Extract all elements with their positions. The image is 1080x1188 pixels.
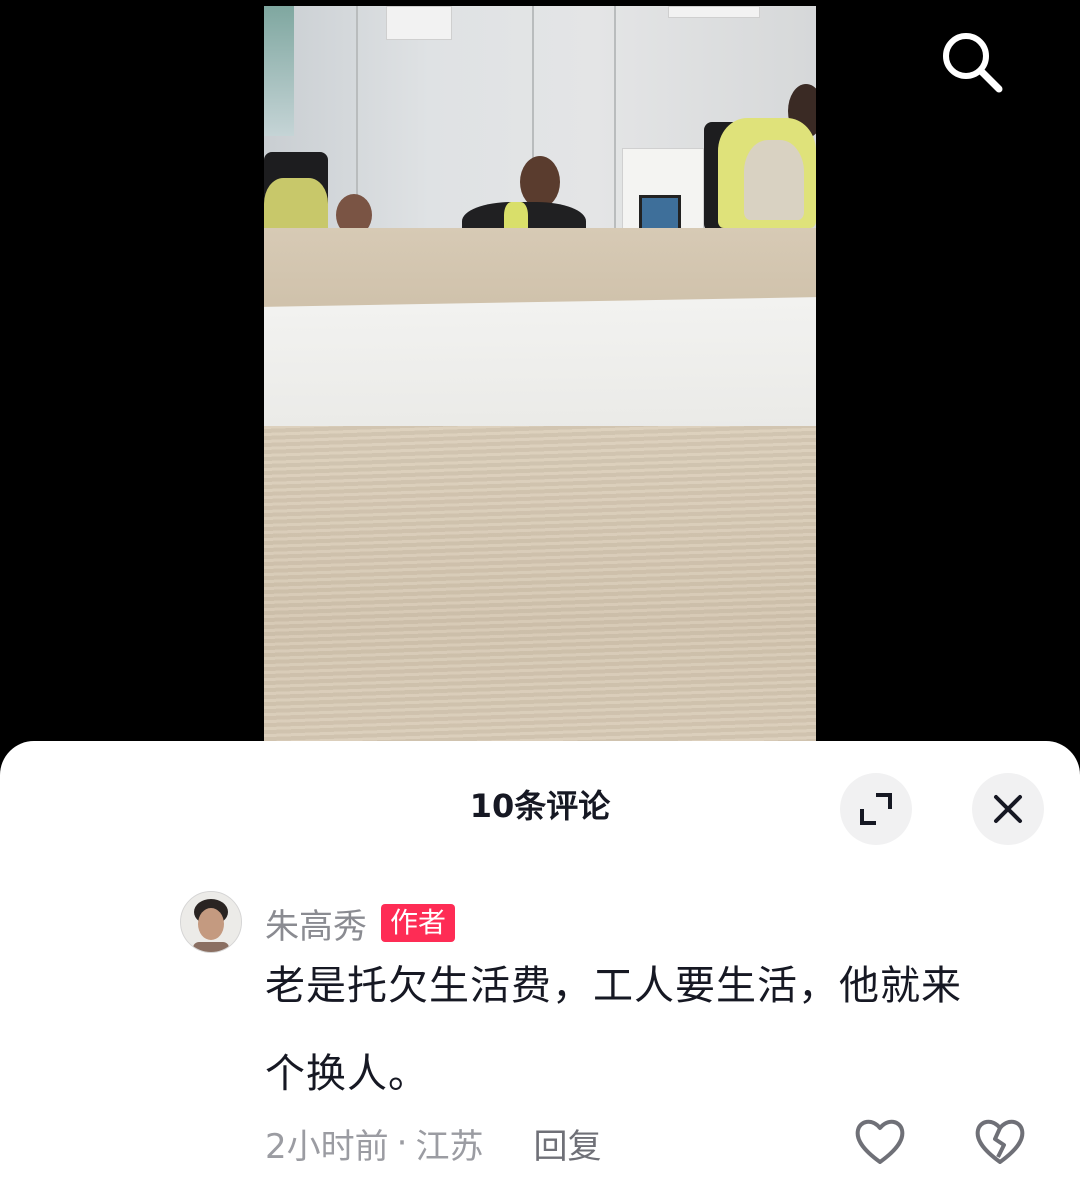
dislike-button[interactable]	[972, 1115, 1028, 1167]
screen: 10条评论 朱高秀 作者 老是托欠生活费，工人要生活，他就来 个换人。 2小时前…	[0, 0, 1080, 1188]
like-button[interactable]	[852, 1115, 908, 1167]
comment-text-line1: 老是托欠生活费，工人要生活，他就来	[265, 963, 962, 1009]
comment-location: 江苏	[415, 1126, 484, 1167]
meta-separator: ·	[396, 1123, 408, 1163]
comments-header: 10条评论	[0, 741, 1080, 861]
wall-poster	[622, 148, 704, 240]
author-badge: 作者	[381, 904, 456, 942]
comments-panel: 10条评论 朱高秀 作者 老是托欠生活费，工人要生活，他就来 个换人。 2小时前…	[0, 741, 1080, 1188]
comment-text: 老是托欠生活费，工人要生活，他就来 个换人。	[265, 961, 1045, 1099]
comment-text-line2: 个换人。	[265, 1051, 429, 1097]
desk-near	[264, 426, 816, 746]
reply-button[interactable]: 回复	[533, 1119, 601, 1168]
search-icon	[943, 33, 1003, 93]
avatar[interactable]	[180, 891, 242, 953]
comment-time: 2小时前	[265, 1126, 389, 1167]
expand-button[interactable]	[840, 773, 912, 845]
close-button[interactable]	[972, 773, 1044, 845]
comments-count-title: 10条评论	[469, 787, 611, 825]
author-row: 朱高秀 作者	[265, 903, 456, 947]
close-icon	[994, 795, 1022, 823]
broken-heart-icon	[975, 1119, 1025, 1164]
search-button[interactable]	[932, 22, 1012, 102]
avatar-photo	[181, 892, 241, 952]
comment-meta: 2小时前 · 江苏 回复	[265, 1119, 601, 1168]
expand-icon	[860, 793, 892, 825]
heart-icon	[855, 1119, 905, 1164]
video-player[interactable]	[264, 6, 816, 746]
author-name[interactable]: 朱高秀	[265, 899, 367, 948]
